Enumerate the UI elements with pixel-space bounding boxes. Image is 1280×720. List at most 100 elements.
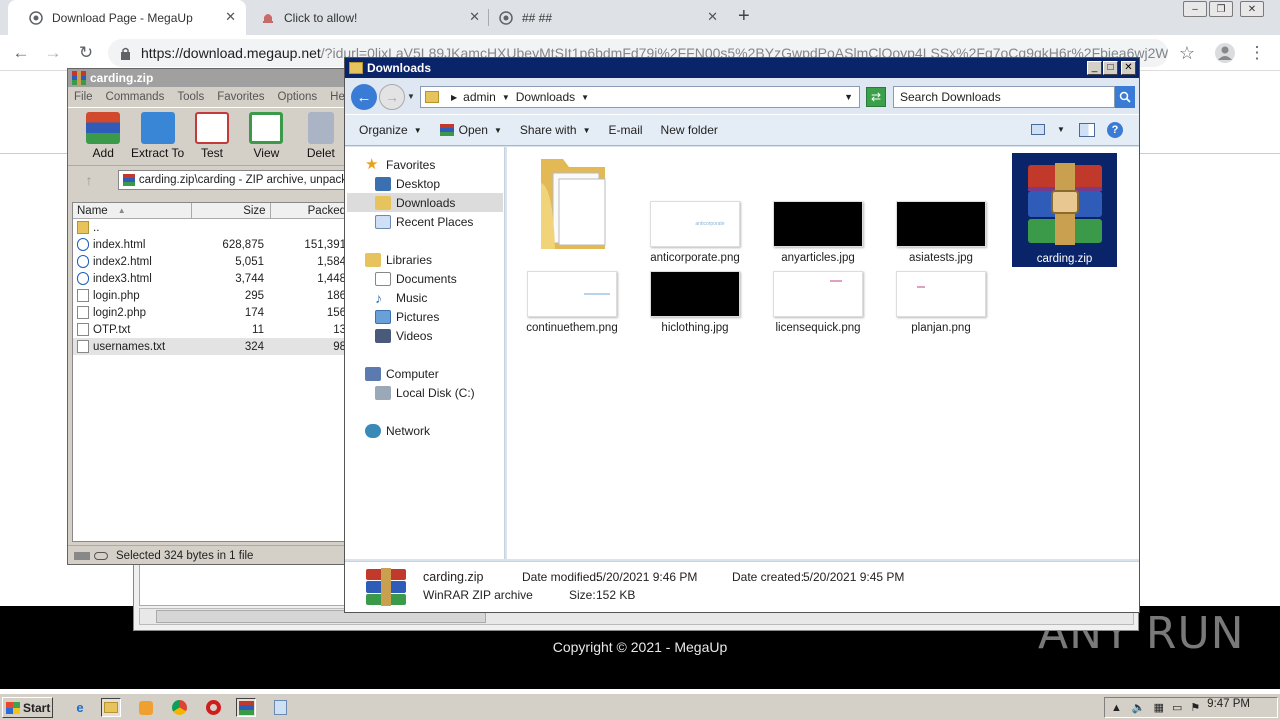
history-dropdown-icon[interactable]: ▼ (407, 92, 415, 101)
forward-arrow-icon[interactable]: → (40, 40, 66, 66)
nav-videos[interactable]: Videos (375, 326, 432, 345)
explorer-titlebar[interactable]: Downloads (345, 58, 1139, 78)
column-name[interactable]: Name ▲ (73, 203, 193, 218)
up-arrow-icon[interactable]: ↑ (74, 172, 104, 188)
bookmark-star-icon[interactable]: ☆ (1174, 40, 1200, 66)
share-with-button[interactable]: Share with ▼ (520, 123, 591, 137)
nav-pictures[interactable]: Pictures (375, 307, 439, 326)
menu-tools[interactable]: Tools (177, 91, 204, 103)
tab-download-page[interactable]: Download Page - MegaUp ✕ (8, 0, 246, 35)
file-row[interactable]: .. (73, 219, 348, 236)
action-center-icon[interactable]: ▭ (1172, 701, 1182, 714)
winrar-statusbar: Selected 324 bytes in 1 file (68, 545, 348, 564)
file-item-image[interactable]: anticorporate anticorporate.png (643, 201, 747, 264)
add-button[interactable]: Add (76, 112, 130, 160)
nav-computer[interactable]: Computer (365, 364, 439, 383)
minimize-icon[interactable]: – (1183, 1, 1207, 17)
close-tab-icon[interactable]: ✕ (707, 9, 718, 25)
help-icon[interactable]: ? (1107, 122, 1123, 138)
chevron-down-icon[interactable]: ▼ (1057, 125, 1065, 134)
restore-icon[interactable]: ❐ (1209, 1, 1233, 17)
email-button[interactable]: E-mail (609, 123, 643, 137)
file-item-folder[interactable]: carding (521, 153, 625, 249)
tab-hash[interactable]: ## ## ✕ (478, 0, 728, 35)
volume-icon[interactable]: 🔈 (1132, 701, 1146, 714)
nav-documents[interactable]: Documents (375, 269, 457, 288)
opera-icon[interactable] (203, 698, 223, 717)
nav-libraries[interactable]: Libraries (365, 250, 432, 269)
nav-recent-places[interactable]: Recent Places (375, 212, 473, 231)
file-row[interactable]: login.php 295 186 (73, 287, 348, 304)
delete-button[interactable]: Delet (294, 112, 348, 160)
view-options-icon[interactable] (1031, 124, 1045, 135)
file-item-image[interactable]: planjan.png (889, 271, 993, 334)
search-icon[interactable] (1115, 86, 1135, 108)
chevron-down-icon[interactable]: ▼ (581, 93, 589, 102)
flag-icon[interactable]: ⚑ (1190, 701, 1200, 714)
media-player-icon[interactable] (136, 698, 156, 717)
clock[interactable]: 9:47 PM (1207, 698, 1250, 710)
maximize-icon[interactable]: □ (1103, 61, 1118, 75)
close-tab-icon[interactable]: ✕ (225, 9, 236, 25)
winrar-icon[interactable] (236, 698, 256, 717)
extract-to-button[interactable]: Extract To (130, 112, 184, 160)
breadcrumb[interactable]: ▶ admin ▼ Downloads ▼ ▼ (420, 86, 860, 108)
chevron-down-icon[interactable]: ▼ (502, 93, 510, 102)
view-button[interactable]: View (239, 112, 293, 160)
open-button[interactable]: Open ▼ (439, 123, 502, 137)
nav-music[interactable]: ♪ Music (375, 288, 427, 307)
menu-commands[interactable]: Commands (106, 91, 165, 103)
nav-local-disk[interactable]: Local Disk (C:) (375, 383, 475, 402)
column-size[interactable]: Size (192, 203, 271, 218)
explorer-folder-icon[interactable] (101, 698, 121, 717)
file-row[interactable]: OTP.txt 11 13 (73, 321, 348, 338)
start-button[interactable]: Start (2, 697, 53, 718)
file-row[interactable]: index3.html 3,744 1,448 (73, 270, 348, 287)
back-arrow-icon[interactable]: ← (8, 40, 34, 66)
nav-downloads[interactable]: Downloads (347, 193, 503, 212)
new-tab-button[interactable]: + (738, 5, 750, 28)
file-item-image[interactable]: hiclothing.jpg (643, 271, 747, 334)
archive-path-field[interactable]: carding.zip\carding - ZIP archive, unpac… (118, 169, 348, 190)
file-item-image[interactable]: continuethem.png (520, 271, 624, 334)
file-row[interactable]: login2.php 174 156 (73, 304, 348, 321)
file-row[interactable]: index.html 628,875 151,391 (73, 236, 348, 253)
menu-options[interactable]: Options (278, 91, 318, 103)
new-folder-button[interactable]: New folder (661, 123, 718, 137)
breadcrumb-admin[interactable]: admin (463, 90, 496, 104)
column-packed[interactable]: Packed (271, 203, 348, 218)
file-item-archive-selected[interactable]: carding.zip (1012, 153, 1117, 267)
close-window-icon[interactable]: ✕ (1240, 1, 1264, 17)
nav-favorites[interactable]: ★ Favorites (365, 155, 435, 174)
menu-favorites[interactable]: Favorites (217, 91, 264, 103)
file-item-image[interactable]: asiatests.jpg (889, 201, 993, 264)
file-row[interactable]: index2.html 5,051 1,584 (73, 253, 348, 270)
tab-click-to-allow[interactable]: Click to allow! ✕ (240, 0, 490, 35)
reload-icon[interactable]: ↻ (73, 40, 99, 66)
close-window-icon[interactable]: ✕ (1121, 61, 1136, 75)
search-input[interactable]: Search Downloads (893, 86, 1115, 108)
breadcrumb-downloads[interactable]: Downloads (516, 90, 575, 104)
file-item-image[interactable]: licensequick.png (766, 271, 870, 334)
minimize-icon[interactable]: _ (1087, 61, 1102, 75)
forward-arrow-icon[interactable]: → (379, 84, 405, 110)
network-tray-icon[interactable]: ▦ (1154, 701, 1164, 714)
address-dropdown-icon[interactable]: ▼ (844, 92, 853, 102)
preview-pane-icon[interactable] (1079, 123, 1095, 137)
back-arrow-icon[interactable]: ← (351, 84, 377, 110)
menu-file[interactable]: File (74, 91, 93, 103)
test-button[interactable]: Test (185, 112, 239, 160)
winrar-titlebar[interactable]: carding.zip (68, 69, 348, 87)
internet-explorer-icon[interactable]: e (70, 698, 90, 717)
refresh-icon[interactable]: ⇄ (866, 87, 886, 107)
nav-desktop[interactable]: Desktop (375, 174, 440, 193)
tray-expand-icon[interactable]: ▲ (1111, 702, 1122, 714)
file-item-image[interactable]: anyarticles.jpg (766, 201, 870, 264)
file-row-selected[interactable]: usernames.txt 324 98 (73, 338, 348, 355)
menu-dots-icon[interactable]: ⋮ (1244, 40, 1270, 66)
avatar[interactable] (1212, 40, 1238, 66)
organize-button[interactable]: Organize ▼ (359, 123, 422, 137)
nav-network[interactable]: Network (365, 421, 430, 440)
chrome-icon[interactable] (169, 698, 189, 717)
notepad-icon[interactable] (270, 698, 290, 717)
